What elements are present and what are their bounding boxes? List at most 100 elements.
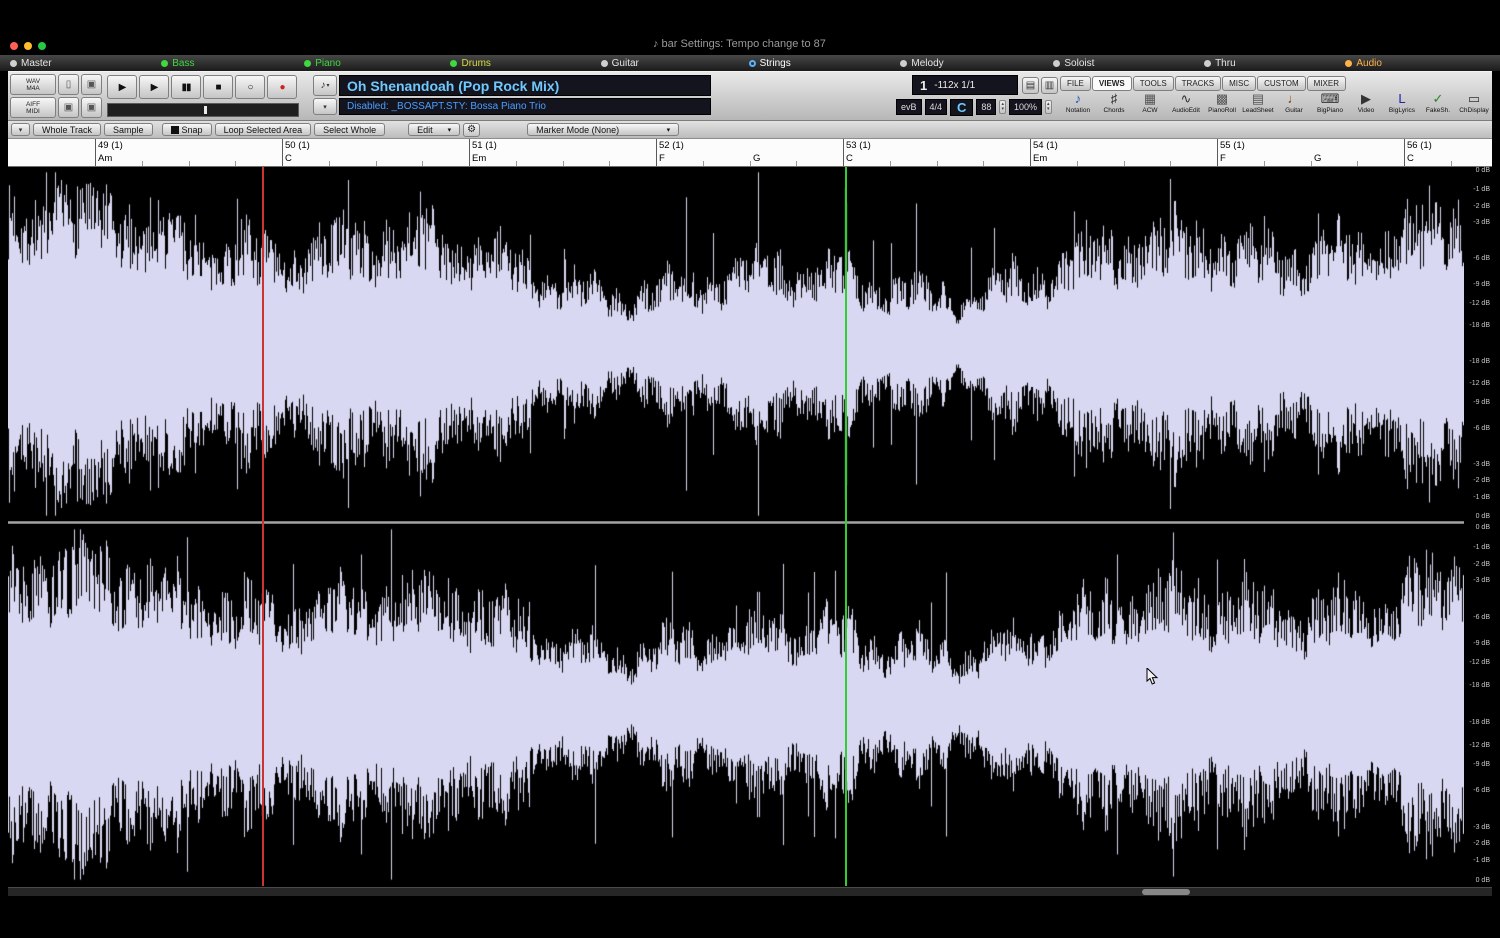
- whole-track-button[interactable]: Whole Track: [33, 123, 101, 136]
- minimize-button[interactable]: [24, 42, 32, 50]
- tab-tools[interactable]: TOOLS: [1133, 76, 1174, 91]
- view-button-label: PianoRoll: [1208, 107, 1236, 114]
- view-button-bigpiano[interactable]: ⌨BigPiano: [1312, 90, 1348, 121]
- time-signature-display[interactable]: 4/4: [925, 99, 948, 115]
- key-display[interactable]: C: [950, 99, 973, 116]
- view-button-biglyrics[interactable]: LBigLyrics: [1384, 90, 1420, 121]
- video-icon: ▶: [1361, 90, 1371, 107]
- db-scale-label: 0 dB: [1476, 524, 1490, 532]
- range-select-combo[interactable]: ▾: [11, 123, 30, 136]
- feel-display[interactable]: evB: [896, 99, 922, 115]
- bar-tick: [843, 139, 844, 167]
- tempo-display[interactable]: 88: [976, 99, 996, 115]
- db-scale-label: -12 dB: [1469, 742, 1490, 750]
- track-button-strings[interactable]: Strings: [749, 58, 791, 69]
- track-status-dot: [900, 60, 907, 67]
- copy-button[interactable]: ▤: [1022, 77, 1039, 94]
- view-button-chdisplay[interactable]: ▭ChDisplay: [1456, 90, 1492, 121]
- beat-tick: [516, 161, 517, 166]
- tempo-spinner[interactable]: ▴ ▾: [999, 100, 1006, 114]
- select-whole-button[interactable]: Select Whole: [314, 123, 385, 136]
- track-button-soloist[interactable]: Soloist: [1053, 58, 1094, 69]
- edit-menu-button[interactable]: Edit ▾: [408, 123, 460, 136]
- track-status-dot: [304, 60, 311, 67]
- track-button-melody[interactable]: Melody: [900, 58, 943, 69]
- sample-button[interactable]: Sample: [104, 123, 153, 136]
- view-button-pianoroll[interactable]: ▩PianoRoll: [1204, 90, 1240, 121]
- track-label: Melody: [911, 58, 943, 69]
- track-selector-bar: Master Bass Piano Drums Guitar Strings Melody S…: [0, 55, 1500, 71]
- pause-button[interactable]: ▮▮: [171, 75, 201, 99]
- zoom-button[interactable]: [38, 42, 46, 50]
- track-button-drums[interactable]: Drums: [450, 58, 490, 69]
- record-button[interactable]: ●: [267, 75, 297, 99]
- snap-button[interactable]: Snap: [162, 123, 212, 136]
- track-button-thru[interactable]: Thru: [1204, 58, 1236, 69]
- beat-tick: [1264, 161, 1265, 166]
- main-toolbar: WAVM4A▯▣AIFFMIDI▣▣ ▶▶▮▮■○● ♪▾ Oh Shenand…: [8, 71, 1492, 121]
- view-button-guitar[interactable]: ♩Guitar: [1276, 90, 1312, 121]
- track-status-dot: [450, 60, 457, 67]
- tab-misc[interactable]: MISC: [1222, 76, 1256, 91]
- track-button-bass[interactable]: Bass: [161, 58, 194, 69]
- beat-tick: [1124, 161, 1125, 166]
- save-file-button[interactable]: ▣: [81, 74, 102, 95]
- view-button-video[interactable]: ▶Video: [1348, 90, 1384, 121]
- db-scale-label: -1 dB: [1473, 857, 1490, 865]
- bar-ruler[interactable]: 49 (1)Am50 (1)C51 (1)Em52 (1)F53 (1)C54 …: [8, 139, 1492, 167]
- close-button[interactable]: [10, 42, 18, 50]
- down-arrow-icon: ▾: [1001, 107, 1004, 112]
- zoom-spinner[interactable]: ▴ ▾: [1045, 100, 1052, 114]
- filetype-chip-wav[interactable]: WAVM4A: [10, 74, 56, 95]
- song-title-menu-button[interactable]: ♪▾: [313, 75, 337, 96]
- tab-tracks[interactable]: TRACKS: [1175, 76, 1221, 91]
- gear-icon: ⚙: [467, 124, 476, 135]
- play-alt-button[interactable]: ▶: [139, 75, 169, 99]
- beat-tick: [376, 161, 377, 166]
- style-info-display[interactable]: Disabled: _BOSSAPT.STY: Bossa Piano Trio: [339, 98, 711, 115]
- view-button-label: FakeSh.: [1426, 107, 1450, 114]
- track-button-piano[interactable]: Piano: [304, 58, 341, 69]
- loop-selected-area-button[interactable]: Loop Selected Area: [215, 123, 312, 136]
- marker-mode-dropdown[interactable]: Marker Mode (None) ▾: [527, 123, 679, 136]
- style-menu-button[interactable]: ▾: [313, 98, 337, 115]
- tab-file[interactable]: FILE: [1060, 76, 1091, 91]
- horizontal-scrollbar[interactable]: [8, 887, 1492, 896]
- chord-label: Am: [98, 153, 112, 164]
- track-label: Master: [21, 58, 52, 69]
- view-button-label: Notation: [1066, 107, 1090, 114]
- view-button-leadsheet[interactable]: ▤LeadSheet: [1240, 90, 1276, 121]
- db-scale-label: -9 dB: [1473, 281, 1490, 289]
- settings-gear-button[interactable]: ⚙: [463, 123, 480, 137]
- scrollbar-thumb[interactable]: [1142, 889, 1190, 895]
- open-file-button[interactable]: ▯: [58, 74, 79, 95]
- stop-button[interactable]: ■: [203, 75, 233, 99]
- tab-custom[interactable]: CUSTOM: [1257, 76, 1306, 91]
- biglyrics-icon: L: [1398, 90, 1405, 107]
- export-audio-button[interactable]: ▣: [81, 97, 102, 118]
- bar-number: 49 (1): [98, 140, 123, 151]
- track-button-guitar[interactable]: Guitar: [601, 58, 639, 69]
- play-button[interactable]: ▶: [107, 75, 137, 99]
- view-button-chords[interactable]: ♯Chords: [1096, 90, 1132, 121]
- view-button-label: BigPiano: [1317, 107, 1343, 114]
- track-button-audio[interactable]: Audio: [1345, 58, 1382, 69]
- view-button-notation[interactable]: ♪Notation: [1060, 90, 1096, 121]
- song-title-display[interactable]: Oh Shenandoah (Pop Rock Mix): [339, 75, 711, 96]
- view-button-acw[interactable]: ▦ACW: [1132, 90, 1168, 121]
- view-button-audioedit[interactable]: ∿AudioEdit: [1168, 90, 1204, 121]
- loop-button[interactable]: ○: [235, 75, 265, 99]
- waveform-channel-left[interactable]: [8, 167, 1464, 521]
- waveform-channel-right[interactable]: [8, 524, 1464, 885]
- chord-label: Em: [472, 153, 486, 164]
- tab-views[interactable]: VIEWS: [1092, 76, 1132, 91]
- song-position-bar[interactable]: [107, 103, 299, 117]
- filetype-chip-aiff[interactable]: AIFFMIDI: [10, 97, 56, 118]
- chdisplay-icon: ▭: [1468, 90, 1480, 107]
- view-button-fakesh[interactable]: ✓FakeSh.: [1420, 90, 1456, 121]
- zoom-display[interactable]: 100%: [1009, 99, 1042, 115]
- save-as-button[interactable]: ▣: [58, 97, 79, 118]
- print-button[interactable]: ▥: [1041, 77, 1058, 94]
- track-button-master[interactable]: Master: [10, 58, 52, 69]
- tab-mixer[interactable]: MIXER: [1307, 76, 1346, 91]
